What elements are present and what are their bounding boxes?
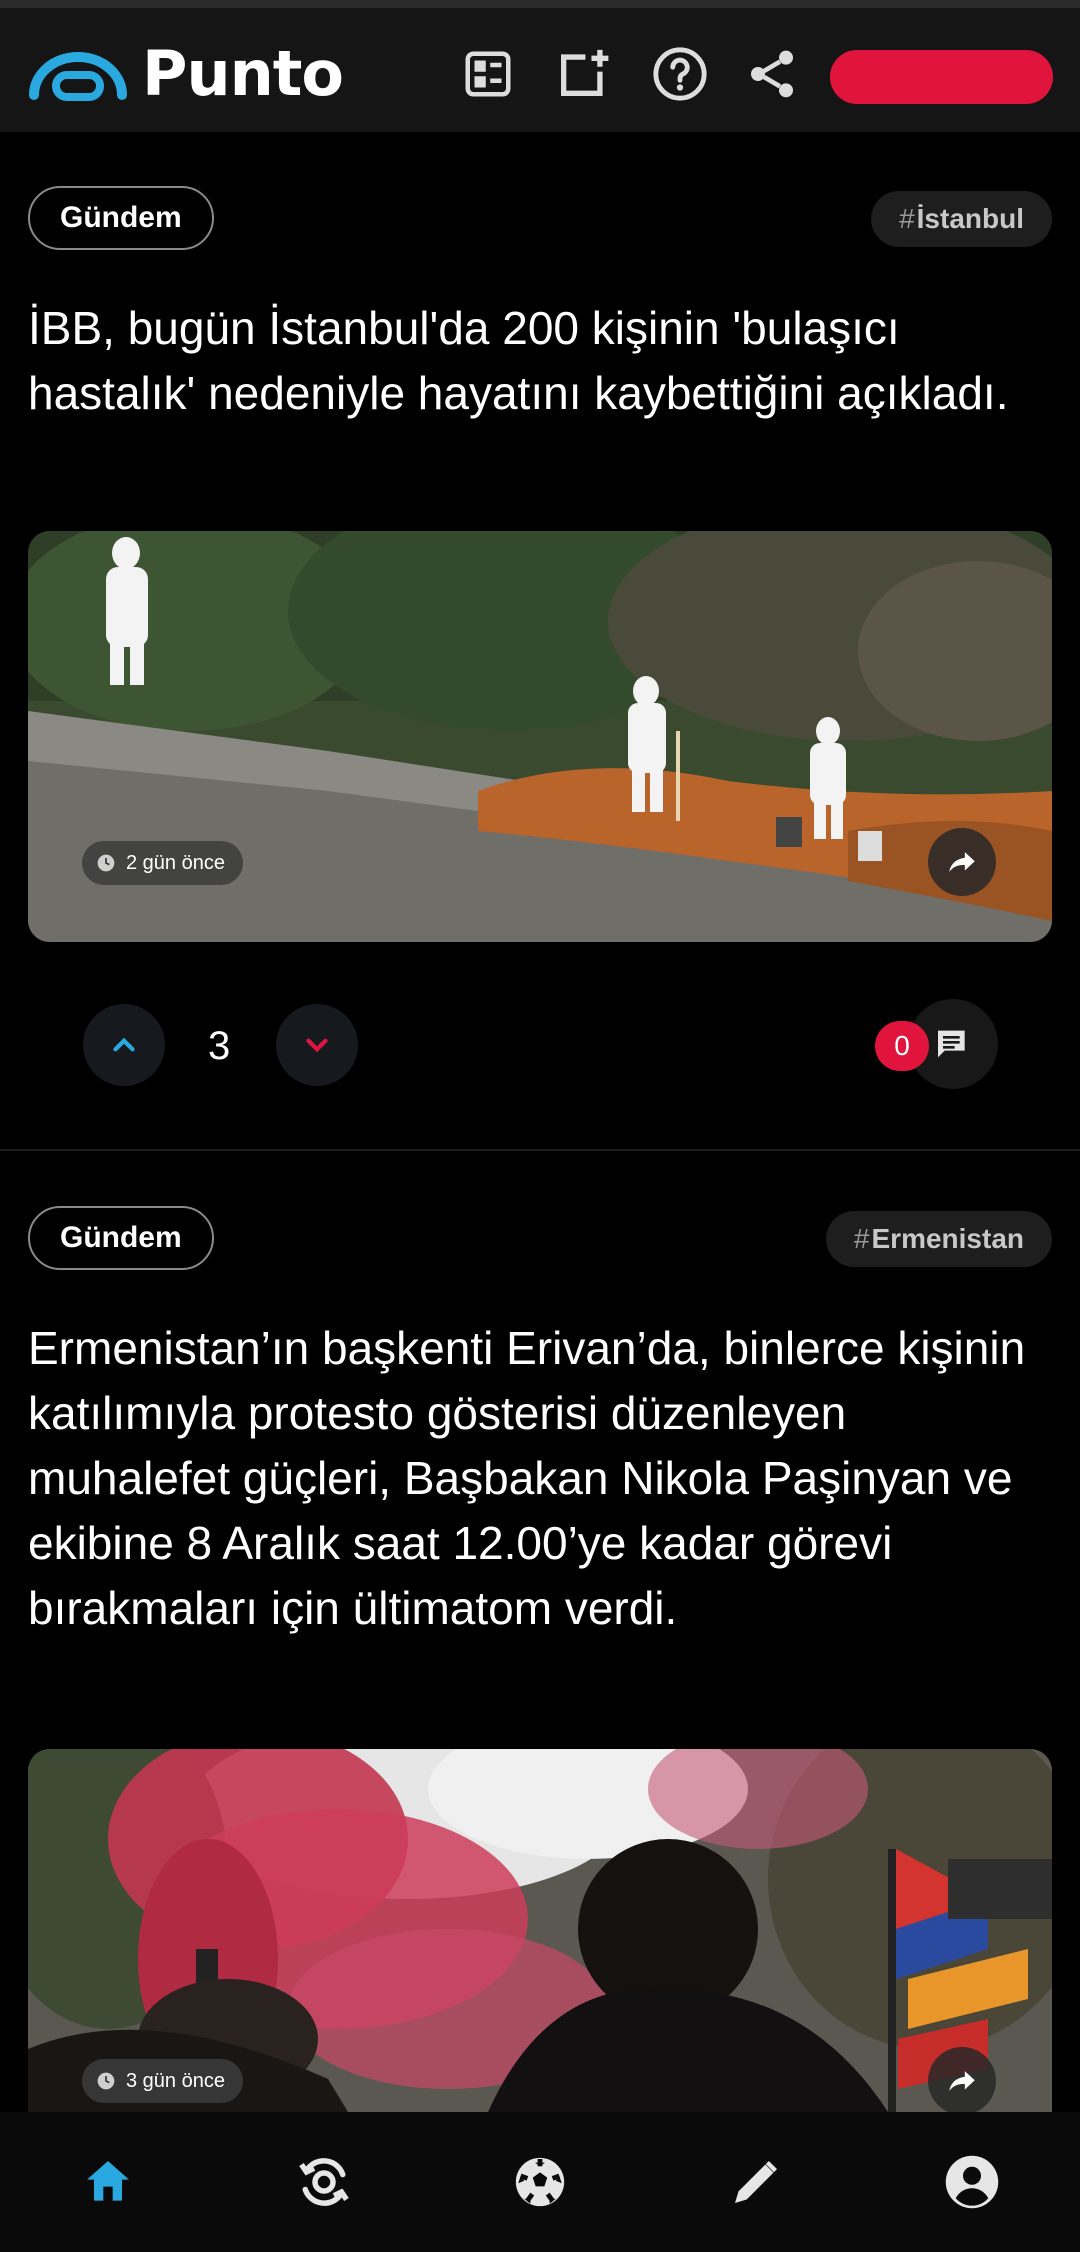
category-label: Gündem xyxy=(60,201,182,234)
image-share-button[interactable] xyxy=(928,2047,996,2112)
hash-icon: # xyxy=(899,203,915,234)
comment-icon xyxy=(938,1030,965,1058)
punto-logo[interactable]: Punto xyxy=(26,36,344,110)
news-headline[interactable]: Ermenistan’ın başkenti Erivan’da, binler… xyxy=(28,1316,1038,1641)
category-label: Gündem xyxy=(60,1221,182,1254)
nav-profile[interactable] xyxy=(864,2112,1080,2252)
nav-write[interactable] xyxy=(648,2112,864,2252)
protest-flare-image xyxy=(28,1749,1052,2112)
clock-icon xyxy=(97,2072,115,2090)
layout-icon xyxy=(465,51,511,97)
chevron-down-icon xyxy=(306,1038,328,1053)
share-icon xyxy=(751,50,793,98)
comment-count-badge: 0 xyxy=(875,1021,929,1071)
sports-icon xyxy=(515,2157,565,2207)
upvote-button[interactable] xyxy=(83,1004,165,1086)
add-post-button[interactable] xyxy=(553,44,613,104)
app-name: Punto xyxy=(142,36,344,110)
topic-tag-label: Ermenistan xyxy=(871,1223,1025,1254)
vote-count: 3 xyxy=(208,1024,231,1068)
layout-button[interactable] xyxy=(458,44,518,104)
category-chip[interactable]: Gündem xyxy=(28,1206,214,1270)
punto-logo-icon xyxy=(29,52,127,101)
forward-share-icon xyxy=(949,852,975,872)
hash-icon: # xyxy=(853,1223,870,1254)
time-badge: 3 gün önce xyxy=(82,2059,243,2103)
help-icon xyxy=(653,47,707,101)
time-badge: 2 gün önce xyxy=(82,841,243,885)
time-label: 3 gün önce xyxy=(126,2069,225,2092)
card-divider xyxy=(0,1149,1080,1151)
nav-explore[interactable] xyxy=(216,2112,432,2252)
image-share-button[interactable] xyxy=(928,828,996,896)
topic-tag[interactable]: # İstanbul xyxy=(871,191,1052,247)
profile-icon xyxy=(945,2155,999,2209)
add-post-icon xyxy=(561,49,609,96)
news-image[interactable]: 3 gün önce xyxy=(28,1749,1052,2112)
topic-tag-label: İstanbul xyxy=(916,203,1024,234)
category-chip[interactable]: Gündem xyxy=(28,186,214,250)
app-header: Punto xyxy=(0,0,1080,132)
write-icon xyxy=(735,2161,777,2203)
nav-sports[interactable] xyxy=(432,2112,648,2252)
home-icon xyxy=(87,2161,129,2201)
news-headline[interactable]: İBB, bugün İstanbul'da 200 kişinin 'bula… xyxy=(28,296,1038,426)
time-label: 2 gün önce xyxy=(126,851,225,874)
forward-share-icon xyxy=(949,2071,975,2091)
header-action-pill[interactable] xyxy=(830,50,1053,104)
chevron-up-icon xyxy=(113,1037,135,1052)
clock-icon xyxy=(97,854,115,872)
news-image[interactable]: 2 gün önce xyxy=(28,531,1052,942)
nav-home[interactable] xyxy=(0,2112,216,2252)
topic-tag[interactable]: # Ermenistan xyxy=(825,1211,1052,1267)
share-button[interactable] xyxy=(742,44,802,104)
downvote-button[interactable] xyxy=(276,1004,358,1086)
explore-icon xyxy=(299,2158,349,2206)
bottom-navigation xyxy=(0,2112,1080,2252)
help-button[interactable] xyxy=(650,44,710,104)
